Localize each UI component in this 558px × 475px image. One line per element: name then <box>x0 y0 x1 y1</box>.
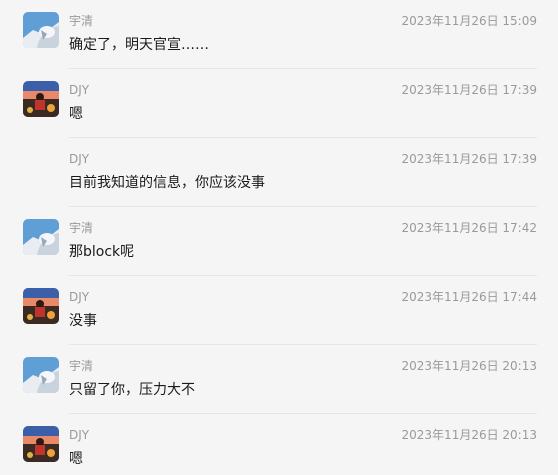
message-text: 确定了，明天官宣…… <box>69 37 209 53</box>
snow-avatar-image <box>23 12 59 48</box>
message-text: 没事 <box>69 313 97 329</box>
message-timestamp: 2023年11月26日 15:09 <box>401 14 537 28</box>
message-text: 嗯 <box>69 106 83 122</box>
snow-avatar-image <box>23 219 59 255</box>
avatar[interactable] <box>23 288 59 324</box>
sender-name: DJY <box>69 152 90 166</box>
message-timestamp: 2023年11月26日 20:13 <box>401 428 537 442</box>
sender-name: 宇清 <box>69 221 94 235</box>
sender-name: 宇清 <box>69 359 94 373</box>
avatar[interactable] <box>23 81 59 117</box>
message-item: DJY 2023年11月26日 20:13 嗯 <box>0 414 558 475</box>
avatar[interactable] <box>23 426 59 462</box>
message-timestamp: 2023年11月26日 17:44 <box>401 290 537 304</box>
message-text: 只留了你，压力大不 <box>69 382 195 398</box>
message-item: 宇清 2023年11月26日 20:13 只留了你，压力大不 <box>0 345 558 414</box>
message-timestamp: 2023年11月26日 17:39 <box>401 83 537 97</box>
message-text: 那block呢 <box>69 244 135 260</box>
message-item: 宇清 2023年11月26日 15:09 确定了，明天官宣…… <box>0 0 558 69</box>
message-text: 嗯 <box>69 451 83 467</box>
sunset-avatar-image <box>23 288 59 324</box>
message-item: DJY 2023年11月26日 17:39 嗯 <box>0 69 558 138</box>
sender-name: DJY <box>69 290 90 304</box>
message-timestamp: 2023年11月26日 20:13 <box>401 359 537 373</box>
message-timestamp: 2023年11月26日 17:39 <box>401 152 537 166</box>
message-item: 宇清 2023年11月26日 17:42 那block呢 <box>0 207 558 276</box>
sunset-avatar-image <box>23 426 59 462</box>
message-timestamp: 2023年11月26日 17:42 <box>401 221 537 235</box>
snow-avatar-image <box>23 357 59 393</box>
message-text: 目前我知道的信息，你应该没事 <box>69 175 265 191</box>
message-item: DJY 2023年11月26日 17:39 目前我知道的信息，你应该没事 <box>0 138 558 207</box>
sender-name: DJY <box>69 83 90 97</box>
sunset-avatar-image <box>23 81 59 117</box>
avatar[interactable] <box>23 357 59 393</box>
avatar[interactable] <box>23 12 59 48</box>
message-item: DJY 2023年11月26日 17:44 没事 <box>0 276 558 345</box>
sender-name: 宇清 <box>69 14 94 28</box>
chat-history: 宇清 2023年11月26日 15:09 确定了，明天官宣…… DJY 2023… <box>0 0 558 475</box>
sender-name: DJY <box>69 428 90 442</box>
avatar[interactable] <box>23 219 59 255</box>
